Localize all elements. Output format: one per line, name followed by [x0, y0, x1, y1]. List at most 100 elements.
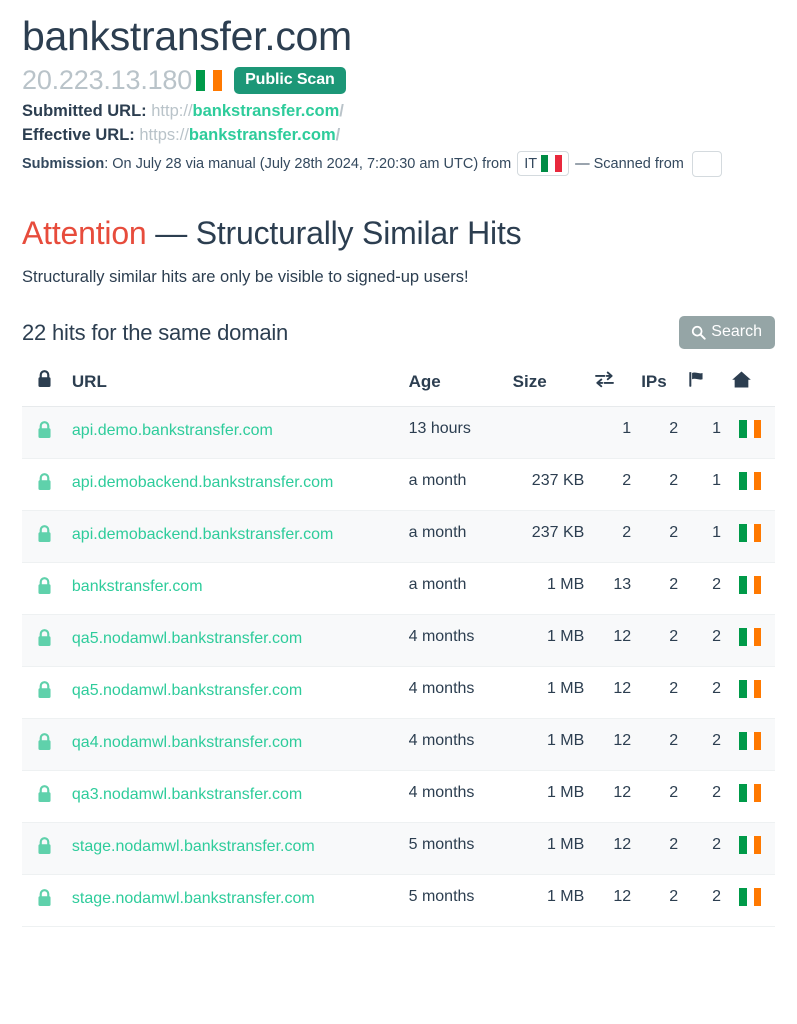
submission-row: Submission: On July 28 via manual (July … — [22, 150, 775, 177]
attention-rest: — Structurally Similar Hits — [155, 214, 522, 251]
row-size: 1 MB — [507, 614, 590, 668]
column-header-url[interactable]: URL — [66, 363, 404, 408]
ireland-flag-icon — [739, 420, 762, 439]
row-age: a month — [403, 510, 508, 564]
table-row[interactable]: api.demobackend.bankstransfer.com a month… — [22, 458, 775, 512]
row-age: a month — [403, 458, 508, 512]
row-country-cell — [725, 666, 775, 720]
ireland-flag-icon — [739, 836, 762, 855]
lock-icon — [36, 421, 53, 444]
hits-toolbar: 22 hits for the same domain Search — [22, 316, 775, 350]
row-tls-lock — [22, 770, 67, 824]
row-size: 1 MB — [507, 562, 590, 616]
column-header-transfers[interactable] — [589, 363, 637, 408]
row-url-link[interactable]: api.demobackend.bankstransfer.com — [72, 472, 399, 494]
row-transfers: 1 — [589, 406, 637, 460]
ip-address: 20.223.13.180 — [22, 65, 193, 96]
row-flags: 2 — [683, 666, 726, 720]
row-size: 1 MB — [507, 770, 590, 824]
row-age: 13 hours — [403, 406, 508, 460]
row-url-cell: api.demo.bankstransfer.com — [66, 406, 404, 460]
column-header-tls[interactable] — [22, 363, 67, 408]
submission-country-badge: IT — [517, 151, 570, 177]
row-transfers: 12 — [589, 666, 637, 720]
row-tls-lock — [22, 874, 67, 928]
home-icon — [731, 371, 752, 393]
row-size: 1 MB — [507, 874, 590, 928]
row-country-cell — [725, 874, 775, 928]
row-transfers: 12 — [589, 822, 637, 876]
row-url-link[interactable]: qa4.nodamwl.bankstransfer.com — [72, 732, 399, 754]
italy-flag-icon — [541, 155, 563, 173]
row-url-link[interactable]: qa5.nodamwl.bankstransfer.com — [72, 680, 399, 702]
row-flags: 2 — [683, 874, 726, 928]
row-flags: 2 — [683, 718, 726, 772]
table-row[interactable]: stage.nodamwl.bankstransfer.com 5 months 1… — [22, 874, 775, 928]
table-row[interactable]: qa3.nodamwl.bankstransfer.com 4 months 1 M… — [22, 770, 775, 824]
ireland-flag-icon — [739, 524, 762, 543]
row-tls-lock — [22, 562, 67, 616]
row-ips: 2 — [636, 822, 684, 876]
effective-url-scheme: https:// — [139, 125, 189, 144]
row-ips: 2 — [636, 874, 684, 928]
row-size — [507, 406, 590, 460]
search-button[interactable]: Search — [679, 316, 775, 350]
ireland-flag-icon — [739, 680, 762, 699]
row-url-cell: bankstransfer.com — [66, 562, 404, 616]
table-row[interactable]: qa5.nodamwl.bankstransfer.com 4 months 1 M… — [22, 666, 775, 720]
row-url-link[interactable]: qa5.nodamwl.bankstransfer.com — [72, 628, 399, 650]
row-url-cell: qa4.nodamwl.bankstransfer.com — [66, 718, 404, 772]
row-size: 237 KB — [507, 458, 590, 512]
scanned-from-country-badge — [691, 150, 722, 177]
row-size: 1 MB — [507, 666, 590, 720]
table-row[interactable]: stage.nodamwl.bankstransfer.com 5 months 1… — [22, 822, 775, 876]
row-url-link[interactable]: qa3.nodamwl.bankstransfer.com — [72, 784, 399, 806]
ireland-flag-icon — [739, 732, 762, 751]
lock-icon — [36, 785, 53, 808]
row-ips: 2 — [636, 562, 684, 616]
column-header-home[interactable] — [725, 363, 775, 408]
column-header-flags[interactable] — [683, 363, 726, 408]
table-row[interactable]: qa4.nodamwl.bankstransfer.com 4 months 1 M… — [22, 718, 775, 772]
row-url-link[interactable]: stage.nodamwl.bankstransfer.com — [72, 836, 399, 858]
submitted-url-label: Submitted URL: — [22, 101, 147, 120]
row-url-cell: stage.nodamwl.bankstransfer.com — [66, 822, 404, 876]
hits-count-title: 22 hits for the same domain — [22, 319, 289, 345]
country-code: IT — [524, 155, 538, 172]
row-age: 4 months — [403, 718, 508, 772]
table-row[interactable]: api.demobackend.bankstransfer.com a month… — [22, 510, 775, 564]
column-header-age[interactable]: Age — [403, 363, 508, 408]
row-url-link[interactable]: stage.nodamwl.bankstransfer.com — [72, 888, 399, 910]
row-tls-lock — [22, 614, 67, 668]
lock-icon — [36, 370, 53, 393]
row-url-link[interactable]: bankstransfer.com — [72, 576, 399, 598]
submission-detail: : On July 28 via manual (July 28th 2024,… — [104, 155, 512, 172]
lock-icon — [36, 889, 53, 912]
row-age: 4 months — [403, 614, 508, 668]
row-url-link[interactable]: api.demobackend.bankstransfer.com — [72, 524, 399, 546]
page-title: bankstransfer.com — [22, 13, 352, 59]
row-url-cell: qa5.nodamwl.bankstransfer.com — [66, 614, 404, 668]
submitted-url-host[interactable]: bankstransfer.com — [193, 102, 340, 120]
row-transfers: 12 — [589, 614, 637, 668]
row-url-cell: stage.nodamwl.bankstransfer.com — [66, 874, 404, 928]
lock-icon — [36, 525, 53, 548]
row-ips: 2 — [636, 770, 684, 824]
column-header-ips[interactable]: IPs — [636, 363, 684, 408]
row-flags: 1 — [683, 406, 726, 460]
effective-url-host[interactable]: bankstransfer.com — [189, 126, 336, 144]
scanned-from-text: — Scanned from — [575, 155, 684, 172]
table-row[interactable]: api.demo.bankstransfer.com 13 hours 1 2 1 — [22, 406, 775, 460]
column-header-size[interactable]: Size — [507, 363, 590, 408]
table-row[interactable]: bankstransfer.com a month 1 MB 13 2 2 — [22, 562, 775, 616]
row-tls-lock — [22, 822, 67, 876]
status-badge: Public Scan — [234, 67, 346, 95]
row-url-link[interactable]: api.demo.bankstransfer.com — [72, 420, 399, 442]
ireland-flag-icon — [739, 576, 762, 595]
hits-table-body: api.demo.bankstransfer.com 13 hours 1 2 1 api… — [22, 406, 775, 928]
hits-table: URL Age Size IPs api.demo.bankstransfer.… — [22, 363, 775, 928]
table-row[interactable]: qa5.nodamwl.bankstransfer.com 4 months 1 M… — [22, 614, 775, 668]
flag-icon — [688, 371, 707, 393]
row-flags: 2 — [683, 770, 726, 824]
submitted-url-scheme: http:// — [151, 101, 193, 120]
